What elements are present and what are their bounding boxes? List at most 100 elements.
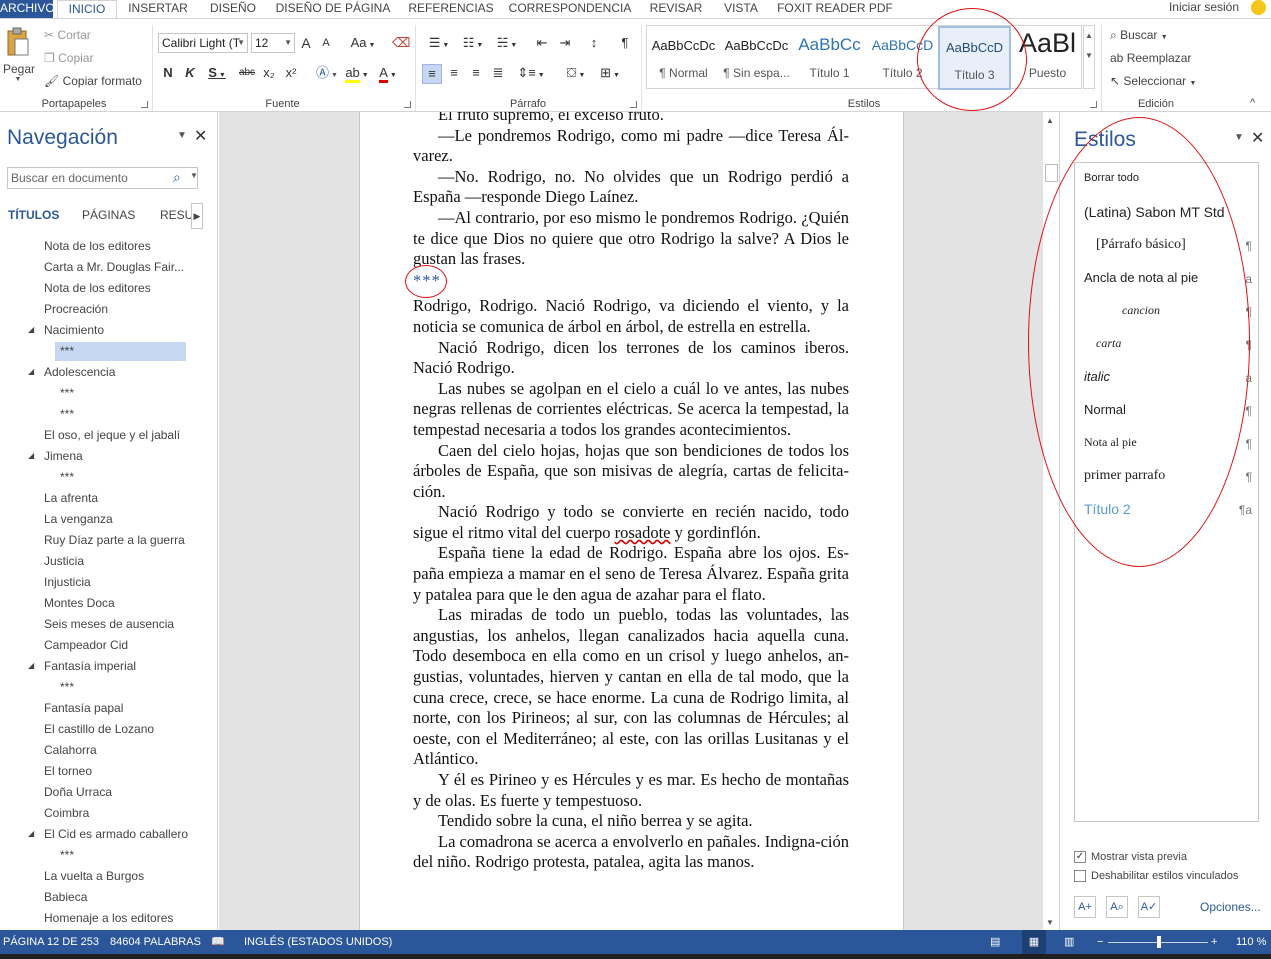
- style-heading-1[interactable]: AaBbCc Título 1: [793, 26, 866, 90]
- strikethrough-button[interactable]: abc: [236, 64, 258, 82]
- document-paragraph[interactable]: Caen del cielo hojas, hojas que son bend…: [413, 441, 849, 503]
- nav-heading-item[interactable]: Calahorra: [0, 740, 218, 760]
- tab-view[interactable]: VISTA: [717, 0, 765, 18]
- superscript-button[interactable]: x²: [282, 64, 300, 82]
- style-list-item[interactable]: italic a: [1084, 369, 1252, 393]
- document-page[interactable]: El fruto supremo, el excelso fruto. —Le p…: [359, 112, 904, 930]
- zoom-level[interactable]: 110 %: [1236, 930, 1266, 954]
- document-paragraph[interactable]: Las nubes se agolpan en el cielo a cuál …: [413, 379, 849, 441]
- nav-tab-pages[interactable]: PÁGINAS: [82, 208, 135, 222]
- style-list-item[interactable]: [Párrafo básico] ¶: [1084, 237, 1252, 261]
- bold-button[interactable]: N: [161, 64, 175, 82]
- copy-button[interactable]: ❐ Copiar: [44, 51, 93, 65]
- zoom-out-icon[interactable]: −: [1097, 930, 1103, 954]
- zoom-in-icon[interactable]: +: [1211, 930, 1217, 954]
- nav-heading-item[interactable]: La vuelta a Burgos: [0, 866, 218, 886]
- nav-heading-item[interactable]: ◢ Fantasía imperial: [0, 656, 218, 676]
- style-heading-2[interactable]: AaBbCcD Título 2: [866, 26, 939, 90]
- nav-heading-item[interactable]: Nota de los editores: [0, 236, 218, 256]
- read-mode-icon[interactable]: ▤: [990, 930, 1000, 954]
- search-icon[interactable]: ⌕: [173, 169, 181, 186]
- grow-font-button[interactable]: A: [298, 34, 314, 52]
- document-paragraph[interactable]: —No. Rodrigo, no. No olvides que un Rodr…: [413, 167, 849, 208]
- nav-heading-item[interactable]: ***: [0, 467, 218, 487]
- language-indicator[interactable]: INGLÉS (ESTADOS UNIDOS): [244, 930, 392, 954]
- nav-heading-item[interactable]: ***: [0, 404, 218, 424]
- nav-heading-item[interactable]: Montes Doca: [0, 593, 218, 613]
- nav-heading-item[interactable]: El torneo: [0, 761, 218, 781]
- document-paragraph[interactable]: —Le pondremos Rodrigo, como mi padre —di…: [413, 126, 849, 167]
- tab-page-layout[interactable]: DISEÑO DE PÁGINA: [272, 0, 394, 18]
- signin-link[interactable]: Iniciar sesión: [1169, 0, 1239, 14]
- style-list-item[interactable]: Título 2 ¶a: [1084, 501, 1252, 525]
- document-paragraph[interactable]: Nació Rodrigo y todo se convierte en rec…: [413, 502, 849, 543]
- style-no-spacing[interactable]: AaBbCcDc ¶ Sin espa...: [720, 26, 793, 90]
- nav-search-input[interactable]: Buscar en documento ⌕ ▼: [7, 167, 198, 189]
- scrollbar-thumb[interactable]: [1045, 164, 1058, 182]
- expand-triangle-icon[interactable]: ◢: [28, 824, 34, 844]
- nav-heading-item[interactable]: Homenaje a los editores: [0, 908, 218, 928]
- scroll-up-icon[interactable]: ▲: [1084, 26, 1094, 46]
- align-center-button[interactable]: ≡: [445, 64, 463, 82]
- document-body[interactable]: El fruto supremo, el excelso fruto. —Le p…: [413, 112, 849, 873]
- nav-tab-headings[interactable]: TÍTULOS: [8, 208, 59, 222]
- style-list-item[interactable]: (Latina) Sabon MT Std: [1084, 204, 1252, 228]
- close-icon[interactable]: ✕: [1251, 128, 1264, 148]
- document-paragraph[interactable]: Nació Rodrigo, dicen los terrones de los…: [413, 338, 849, 379]
- nav-heading-item[interactable]: ◢ Jimena: [0, 446, 218, 466]
- paste-button[interactable]: Pegar ▼: [3, 27, 35, 87]
- bullets-button[interactable]: ☰ ▼: [423, 34, 455, 55]
- find-button[interactable]: ⌕ Buscar ▼: [1110, 28, 1168, 43]
- styles-gallery-scroll[interactable]: ▲ ▼: [1083, 25, 1095, 89]
- print-layout-icon[interactable]: ▦: [1022, 930, 1046, 954]
- highlight-button[interactable]: ab ▼: [344, 64, 370, 85]
- styles-launcher-icon[interactable]: [1090, 101, 1097, 108]
- nav-heading-item[interactable]: Fantasía papal: [0, 698, 218, 718]
- proofing-icon[interactable]: 📖: [211, 930, 225, 954]
- document-paragraph[interactable]: España tiene la edad de Rodrigo. España …: [413, 543, 849, 605]
- chevron-right-icon[interactable]: ▶: [191, 203, 203, 229]
- numbering-button[interactable]: ☷ ▼: [457, 34, 489, 55]
- styles-options-link[interactable]: Opciones...: [1200, 900, 1261, 914]
- nav-heading-item[interactable]: Injusticia: [0, 572, 218, 592]
- borders-button[interactable]: ⊞ ▼: [596, 64, 624, 85]
- nav-heading-item[interactable]: ***: [0, 341, 218, 361]
- nav-heading-item[interactable]: Doña Urraca: [0, 782, 218, 802]
- shading-button[interactable]: ⛋ ▼: [562, 64, 590, 85]
- new-style-button[interactable]: A+: [1074, 896, 1096, 918]
- nav-heading-item[interactable]: ◢ El Cid es armado caballero: [0, 824, 218, 844]
- spelling-error-word[interactable]: rosadote: [615, 523, 671, 542]
- pane-options-icon[interactable]: ▼: [1234, 132, 1244, 143]
- nav-heading-item[interactable]: Babieca: [0, 887, 218, 907]
- nav-heading-item[interactable]: ***: [0, 383, 218, 403]
- expand-triangle-icon[interactable]: ◢: [28, 320, 34, 340]
- style-list-item[interactable]: Nota al pie ¶: [1084, 435, 1252, 459]
- subscript-button[interactable]: x₂: [260, 64, 278, 82]
- tab-file[interactable]: ARCHIVO: [0, 0, 55, 18]
- tab-home[interactable]: INICIO: [57, 0, 117, 18]
- replace-button[interactable]: ab Reemplazar: [1110, 51, 1191, 65]
- document-paragraph[interactable]: —Al contrario, por eso mismo le pondremo…: [413, 208, 849, 270]
- nav-tab-results[interactable]: RESUL: [160, 208, 191, 222]
- change-case-button[interactable]: Aa ▼: [348, 34, 378, 55]
- tab-mailings[interactable]: CORRESPONDENCIA: [507, 0, 633, 18]
- nav-heading-item[interactable]: ◢ Nacimiento: [0, 320, 218, 340]
- manage-styles-button[interactable]: A✓: [1138, 896, 1160, 918]
- document-paragraph[interactable]: El fruto supremo, el excelso fruto.: [413, 112, 849, 126]
- document-paragraph[interactable]: Las miradas de todo un pueblo, todas las…: [413, 605, 849, 770]
- style-list-item[interactable]: Ancla de nota al pie a: [1084, 270, 1252, 294]
- show-marks-button[interactable]: ¶: [616, 34, 634, 52]
- style-list-item[interactable]: Normal ¶: [1084, 402, 1252, 426]
- show-preview-checkbox[interactable]: ✓: [1074, 851, 1086, 863]
- nav-heading-item[interactable]: Procreación: [0, 299, 218, 319]
- collapse-ribbon-icon[interactable]: ^: [1250, 97, 1255, 109]
- word-count[interactable]: 84604 PALABRAS: [110, 930, 201, 954]
- clear-formatting-button[interactable]: ⌫: [392, 34, 410, 52]
- align-left-button[interactable]: ≡: [422, 64, 442, 84]
- italic-button[interactable]: K: [183, 64, 197, 82]
- nav-heading-item[interactable]: Justicia: [0, 551, 218, 571]
- chevron-down-icon[interactable]: ▼: [190, 171, 198, 180]
- document-paragraph[interactable]: La comadrona se acerca a envolverlo en p…: [413, 832, 849, 873]
- font-launcher-icon[interactable]: [404, 101, 411, 108]
- nav-heading-item[interactable]: Ruy Díaz parte a la guerra: [0, 530, 218, 550]
